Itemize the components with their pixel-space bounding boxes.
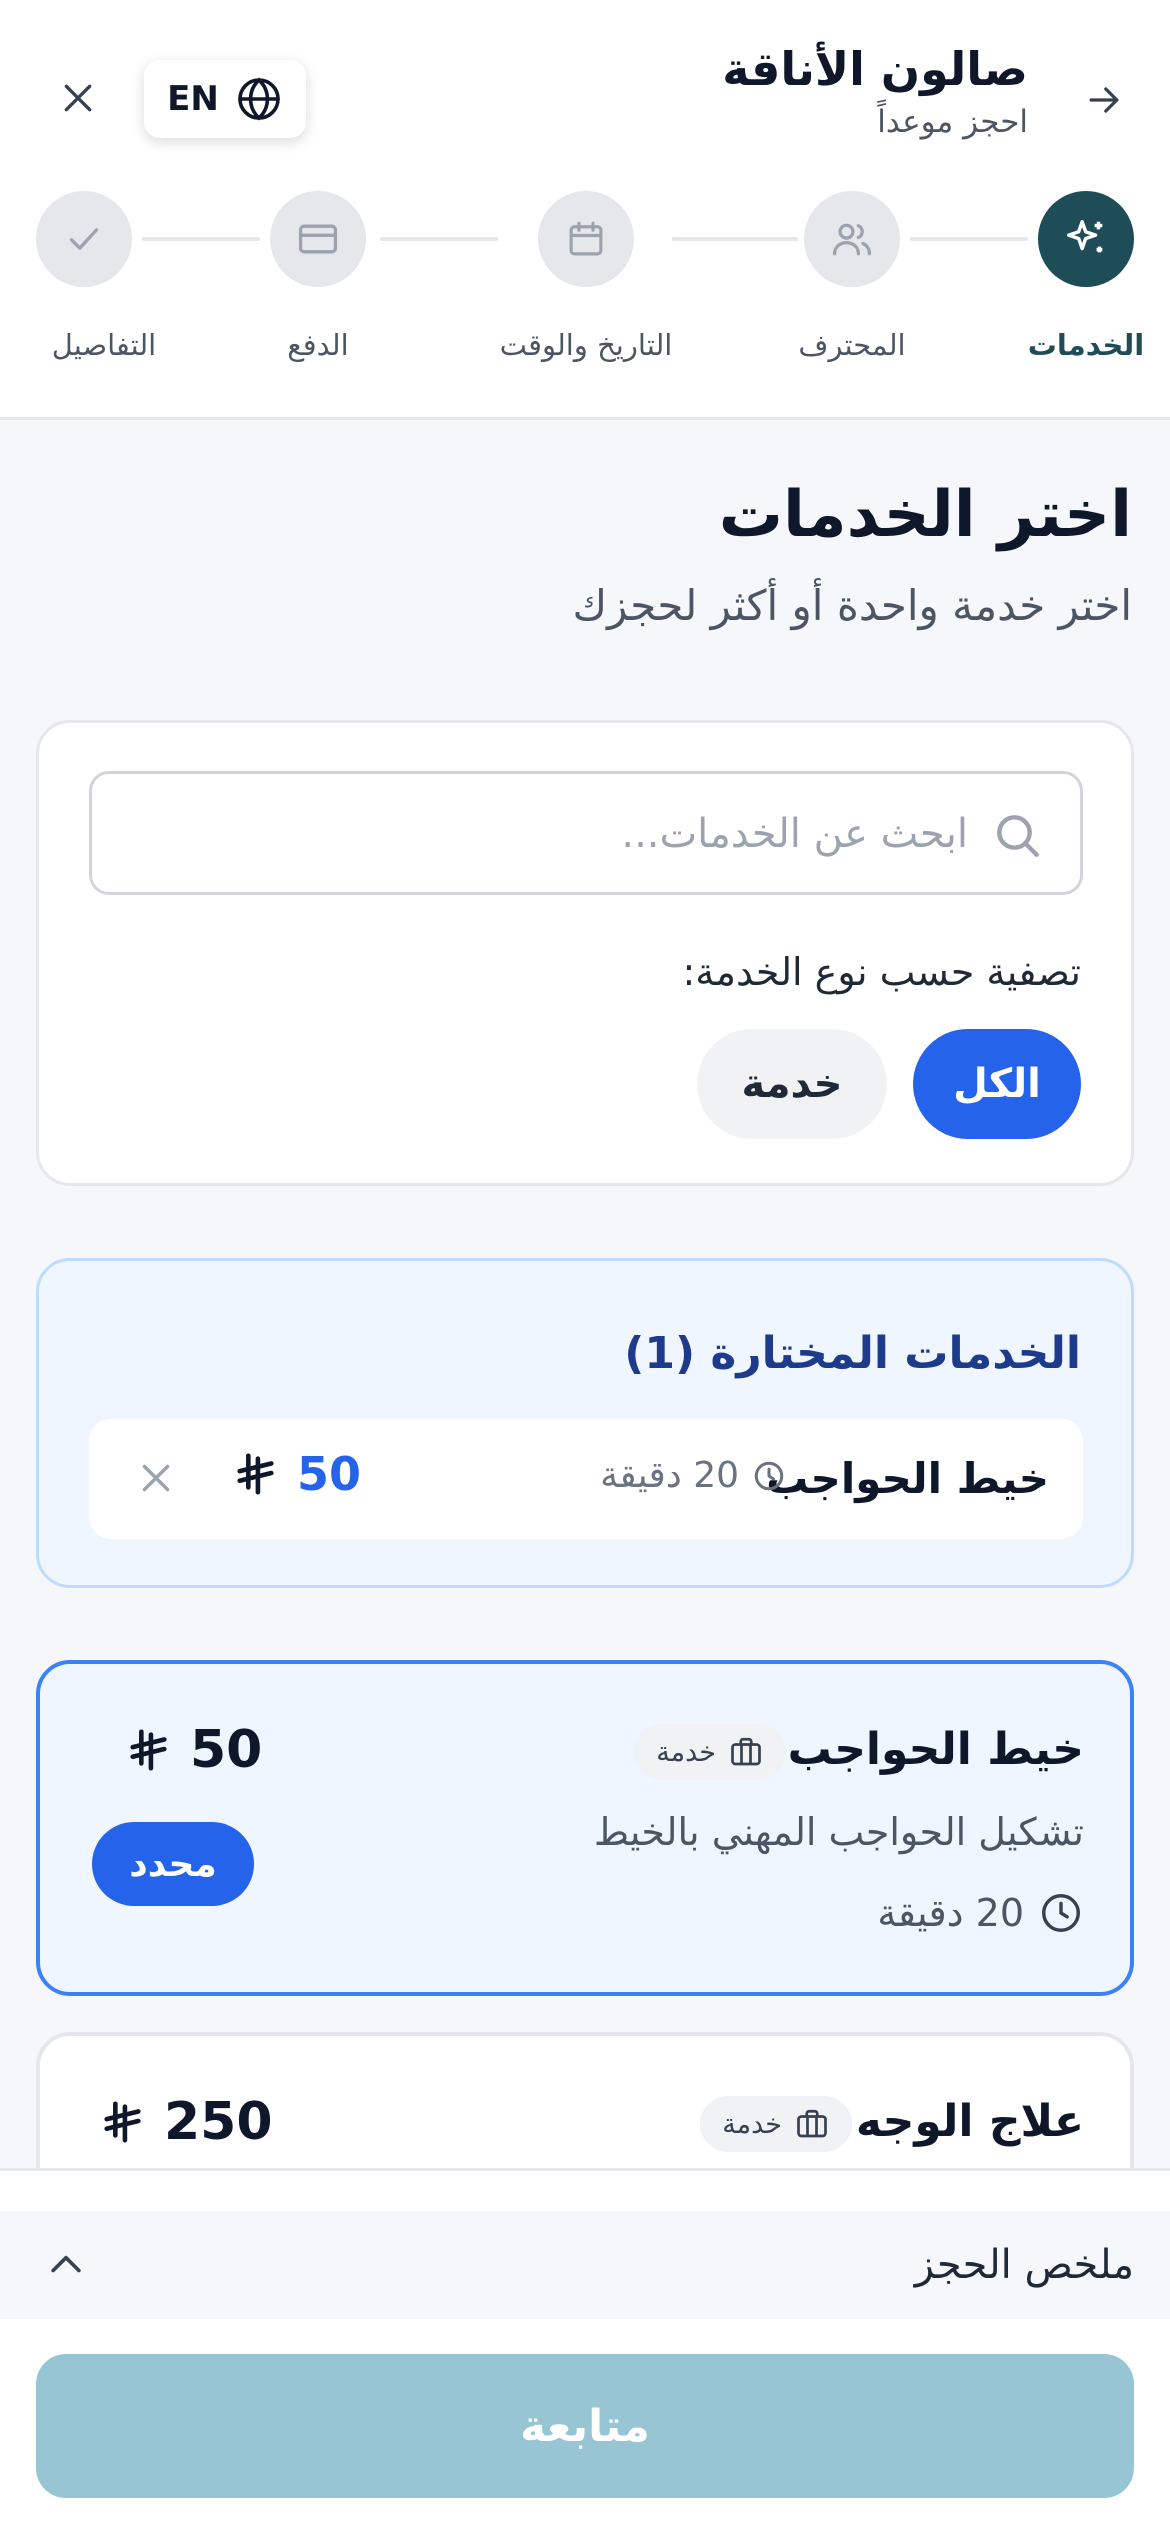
service-type-label: خدمة <box>656 1736 716 1768</box>
stepper-connector <box>380 237 498 241</box>
salon-title-block: صالون الأناقة احجز موعداً <box>722 38 1028 144</box>
users-icon <box>832 223 872 256</box>
selected-service-price-value: 50 <box>297 1447 362 1501</box>
salon-name: صالون الأناقة <box>722 42 1028 96</box>
bottom-action-bar: ملخص الحجز متابعة <box>0 2168 1170 2532</box>
selected-service-price: 50 <box>233 1447 361 1501</box>
service-selected-pill[interactable]: محدد <box>92 1822 254 1906</box>
search-input[interactable] <box>148 794 968 874</box>
language-toggle-button[interactable]: EN <box>144 60 306 138</box>
service-duration-text: 20 دقيقة <box>877 1891 1024 1935</box>
selected-services-title: الخدمات المختارة (1) <box>624 1328 1081 1379</box>
back-button[interactable] <box>1064 60 1144 140</box>
check-icon <box>69 228 99 250</box>
clock-icon <box>754 1461 784 1490</box>
step-payment[interactable] <box>270 191 366 287</box>
step-label-details: التفاصيل <box>51 328 157 362</box>
booking-summary-toggle[interactable]: ملخص الحجز <box>0 2211 1170 2319</box>
calendar-icon <box>569 221 603 256</box>
close-button[interactable] <box>38 58 118 138</box>
booking-subtitle: احجز موعداً <box>877 104 1028 140</box>
search-filter-card: تصفية حسب نوع الخدمة: الكل خدمة <box>36 720 1134 1186</box>
selected-service-item: خيط الحواجب 20 دقيقة 50 <box>89 1419 1083 1539</box>
service-price-value: 50 <box>190 1720 263 1780</box>
filter-label: تصفية حسب نوع الخدمة: <box>682 950 1081 994</box>
selected-service-duration-text: 20 دقيقة <box>600 1455 739 1496</box>
service-type-badge: خدمة <box>700 2096 852 2152</box>
service-name: علاج الوجه <box>855 2096 1084 2147</box>
selected-service-duration: 20 دقيقة <box>600 1455 787 1496</box>
service-name: خيط الحواجب <box>787 1724 1084 1775</box>
briefcase-icon <box>797 2109 827 2138</box>
step-label-date-time: التاريخ والوقت <box>499 328 673 362</box>
step-date-time[interactable] <box>538 191 634 287</box>
step-services[interactable] <box>1038 191 1134 287</box>
briefcase-icon <box>731 1737 761 1766</box>
language-label: EN <box>167 79 219 119</box>
stepper-connector <box>910 237 1028 241</box>
page-title: اختر الخدمات <box>718 478 1132 552</box>
remove-service-icon[interactable] <box>133 1455 179 1501</box>
filter-chip-service[interactable]: خدمة <box>697 1029 887 1139</box>
continue-button[interactable]: متابعة <box>36 2354 1134 2498</box>
search-icon <box>997 815 1039 857</box>
booking-summary-label: ملخص الحجز <box>914 2242 1134 2288</box>
step-details[interactable] <box>36 191 132 287</box>
step-label-services: الخدمات <box>1027 328 1145 362</box>
step-professional[interactable] <box>804 191 900 287</box>
riyal-icon <box>130 1729 167 1771</box>
service-card[interactable]: خيط الحواجب خدمة تشكيل الحواجب المهني با… <box>36 1660 1134 1996</box>
selected-services-panel: الخدمات المختارة (1) خيط الحواجب 20 دقيق… <box>36 1258 1134 1588</box>
chevron-up-icon <box>51 2255 81 2273</box>
page-subtitle: اختر خدمة واحدة أو أكثر لحجزك <box>572 581 1133 630</box>
riyal-icon <box>104 2101 141 2143</box>
arrow-right-icon <box>1089 87 1119 113</box>
service-duration: 20 دقيقة <box>877 1890 1084 1936</box>
step-label-professional: المحترف <box>798 328 906 362</box>
clock-icon <box>1042 1894 1080 1932</box>
step-label-payment: الدفع <box>287 328 349 362</box>
service-price-value: 250 <box>164 2092 273 2152</box>
service-type-label: خدمة <box>722 2108 782 2140</box>
service-type-badge: خدمة <box>634 1724 786 1780</box>
credit-card-icon <box>298 224 338 254</box>
service-price: 50 <box>126 1720 262 1780</box>
sparkles-icon <box>1067 220 1103 253</box>
close-icon <box>64 84 92 112</box>
globe-icon <box>238 77 280 121</box>
selected-service-name: خيط الحواجب <box>766 1454 1049 1503</box>
riyal-icon <box>237 1453 274 1495</box>
stepper-connector <box>672 237 798 241</box>
booking-header: صالون الأناقة احجز موعداً EN الخدمات الم… <box>0 0 1170 420</box>
stepper-connector <box>142 237 260 241</box>
service-description: تشكيل الحواجب المهني بالخيط <box>593 1810 1084 1854</box>
search-box[interactable] <box>89 771 1083 895</box>
filter-chip-all[interactable]: الكل <box>913 1029 1081 1139</box>
service-price: 250 <box>100 2092 273 2152</box>
